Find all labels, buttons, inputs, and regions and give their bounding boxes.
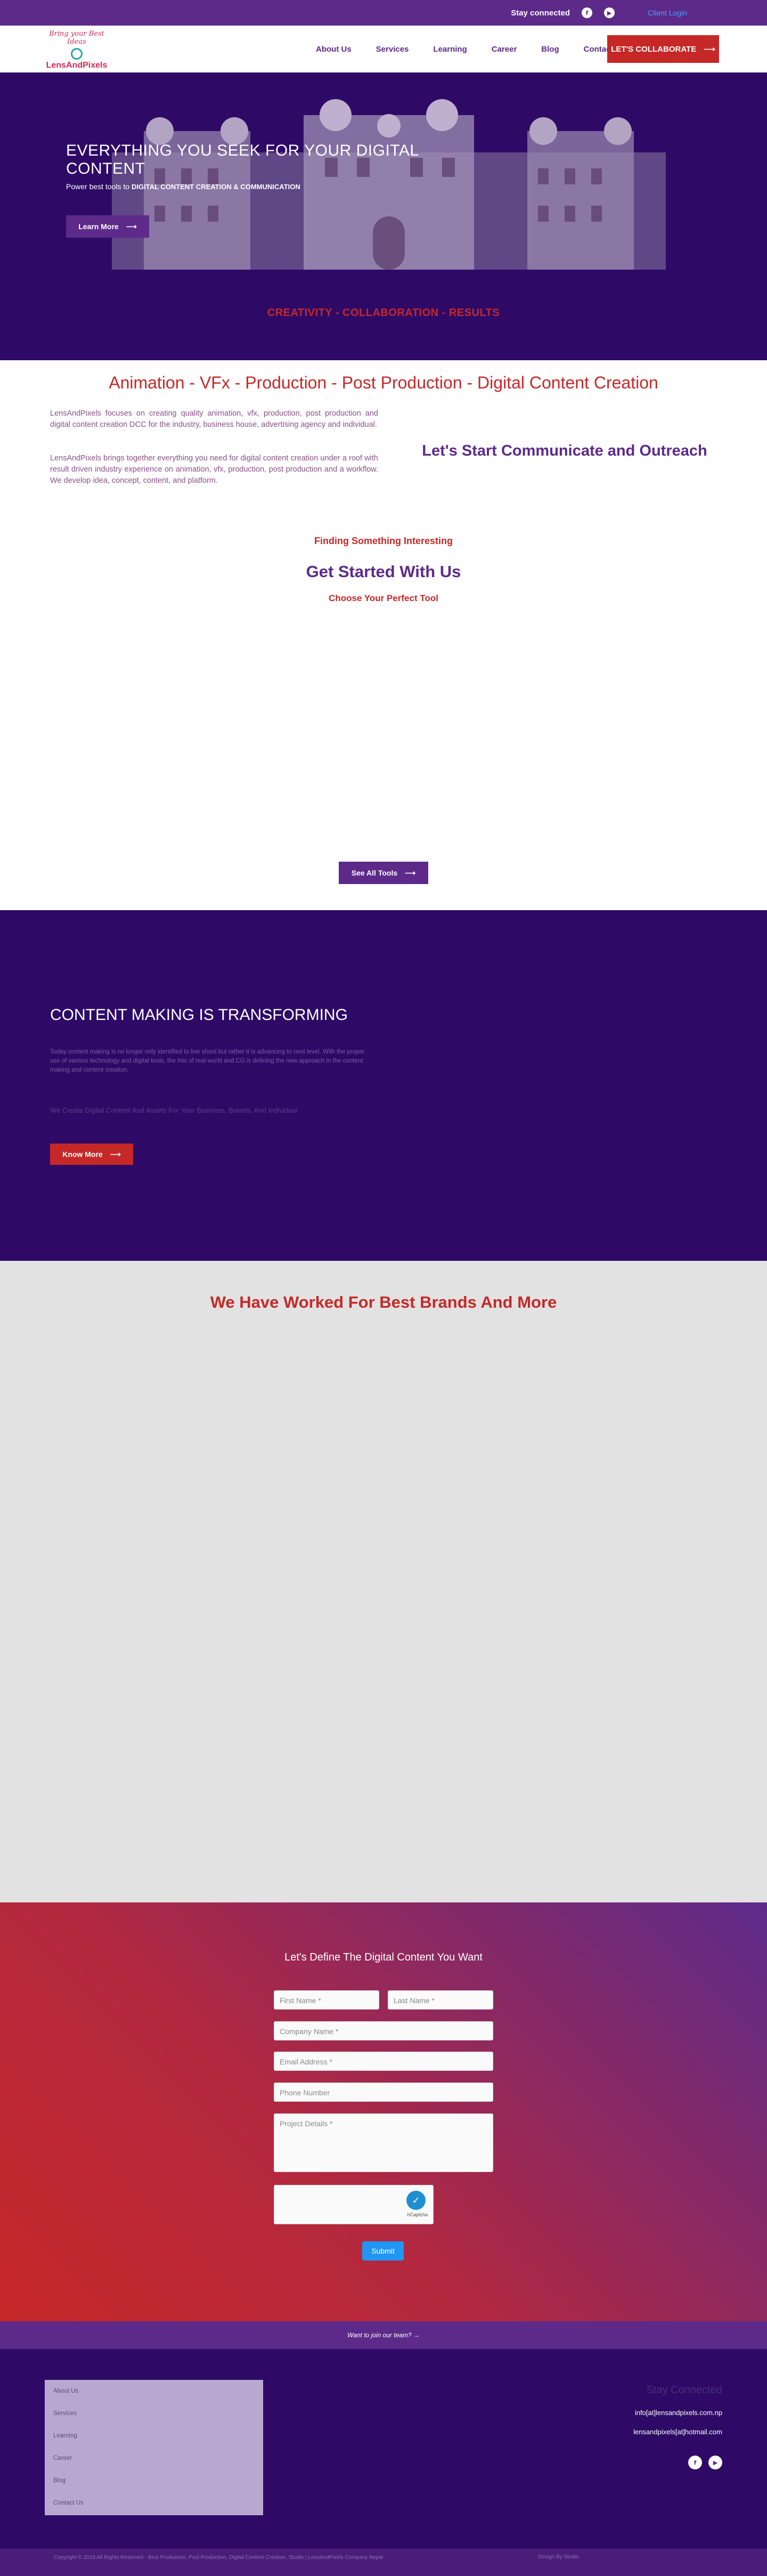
intro-paragraph-2: LensAndPixels brings together everything… xyxy=(50,454,378,485)
company-name-field[interactable]: Company Name * xyxy=(274,2021,493,2040)
footer-menu: About Us Services Learning Career Blog C… xyxy=(45,2380,263,2515)
brands-title: We Have Worked For Best Brands And More xyxy=(210,1293,557,1311)
tools-eyebrow: Finding Something Interesting xyxy=(314,536,453,546)
transform-title: CONTENT MAKING IS TRANSFORMING xyxy=(50,1006,348,1024)
see-all-tools-button[interactable]: See All Tools ⟶ xyxy=(339,862,428,884)
palace-image xyxy=(112,99,666,270)
footer-link-blog[interactable]: Blog xyxy=(45,2469,263,2492)
hcaptcha-icon: ✓ xyxy=(406,2191,426,2210)
captcha-widget[interactable]: ✓ hCaptcha xyxy=(274,2185,434,2224)
logo-mark-icon xyxy=(71,48,83,60)
logo-tagline: Bring your Best Ideas xyxy=(49,30,104,46)
brands-section: We Have Worked For Best Brands And More xyxy=(0,1261,767,1902)
site-header: Bring your Best Ideas LensAndPixels Abou… xyxy=(0,26,767,72)
youtube-icon[interactable]: ▶ xyxy=(708,2456,722,2469)
footer-bottom-bar: Copyright © 2019 All Rights Reserved - B… xyxy=(0,2549,767,2576)
know-more-label: Know More xyxy=(62,1150,103,1159)
transform-section: CONTENT MAKING IS TRANSFORMING Today con… xyxy=(0,910,767,1261)
lets-collaborate-button[interactable]: LET'S COLLABORATE ⟶ xyxy=(607,35,719,63)
footer-email-1[interactable]: info[at]lensandpixels.com.np xyxy=(635,2409,722,2417)
hero-subtitle-prefix: Power best tools to xyxy=(66,182,130,191)
hero-title: EVERYTHING YOU SEEK FOR YOUR DIGITAL CON… xyxy=(66,142,419,177)
know-more-button[interactable]: Know More ⟶ xyxy=(50,1144,133,1165)
top-bar: Stay connected f ▶ Client Login xyxy=(0,0,767,26)
tools-subtitle: Choose Your Perfect Tool xyxy=(329,593,438,603)
intro-title: Animation - VFx - Production - Post Prod… xyxy=(109,373,658,392)
youtube-icon[interactable]: ▶ xyxy=(604,7,615,18)
form-title: Let's Define The Digital Content You Wan… xyxy=(284,1951,483,1963)
project-details-field[interactable]: Project Details * xyxy=(274,2113,493,2172)
site-logo[interactable]: Bring your Best Ideas LensAndPixels xyxy=(45,30,109,70)
stay-connected-label: Stay connected xyxy=(511,8,570,18)
nav-career[interactable]: Career xyxy=(479,45,529,54)
transform-tagline: We Create Digital Content And Assets For… xyxy=(50,1106,298,1114)
arrow-right-icon: ⟶ xyxy=(126,222,137,231)
first-name-field[interactable]: First Name * xyxy=(274,1990,379,2010)
learn-more-label: Learn More xyxy=(78,222,119,231)
last-name-field[interactable]: Last Name * xyxy=(388,1990,493,2010)
hero-tagline: CREATIVITY - COLLABORATION - RESULTS xyxy=(267,307,500,319)
client-login-link[interactable]: Client Login xyxy=(648,9,687,17)
email-field[interactable]: Email Address * xyxy=(274,2052,493,2071)
logo-name: LensAndPixels xyxy=(46,61,108,70)
arrow-right-icon: ⟶ xyxy=(405,868,416,877)
arrow-right-icon: ⟶ xyxy=(704,45,715,54)
footer-link-contact-us[interactable]: Contact Us xyxy=(45,2492,263,2514)
contact-form-section: Let's Define The Digital Content You Wan… xyxy=(0,1902,767,2321)
footer-link-learning[interactable]: Learning xyxy=(45,2425,263,2447)
footer-link-services[interactable]: Services xyxy=(45,2402,263,2425)
facebook-icon[interactable]: f xyxy=(582,7,593,18)
copyright-text: Copyright © 2019 All Rights Reserved - B… xyxy=(53,2555,384,2561)
facebook-icon[interactable]: f xyxy=(688,2456,702,2469)
intro-paragraph-1: LensAndPixels focuses on creating qualit… xyxy=(50,409,378,429)
hero-subtitle: Power best tools to DIGITAL CONTENT CREA… xyxy=(66,182,300,191)
intro-right-title: Let's Start Communicate and Outreach xyxy=(422,442,707,459)
collaborate-label: LET'S COLLABORATE xyxy=(611,44,697,54)
nav-services[interactable]: Services xyxy=(364,45,421,54)
learn-more-button[interactable]: Learn More ⟶ xyxy=(66,215,149,238)
tools-title: Get Started With Us xyxy=(306,562,461,581)
footer-link-career[interactable]: Career xyxy=(45,2447,263,2469)
captcha-label: hCaptcha xyxy=(407,2212,428,2217)
design-credit: Design By Studio xyxy=(538,2554,579,2560)
see-all-tools-label: See All Tools xyxy=(351,869,398,877)
nav-learning[interactable]: Learning xyxy=(421,45,479,54)
transform-body: Today content making is no longer only i… xyxy=(50,1049,365,1073)
footer-social: f ▶ xyxy=(688,2456,722,2469)
hero-subtitle-bold: DIGITAL CONTENT CREATION & COMMUNICATION xyxy=(131,183,300,191)
submit-button[interactable]: Submit xyxy=(362,2241,404,2261)
nav-about-us[interactable]: About Us xyxy=(304,45,364,54)
footer-link-about-us[interactable]: About Us xyxy=(45,2380,263,2402)
site-footer: About Us Services Learning Career Blog C… xyxy=(0,2349,767,2549)
footer-stay-connected: Stay Connected xyxy=(646,2384,722,2396)
join-team-link[interactable]: Want to join our team? → xyxy=(0,2321,767,2349)
main-nav: About Us Services Learning Career Blog C… xyxy=(304,26,638,72)
footer-email-2[interactable]: lensandpixels[at]hotmail.com xyxy=(633,2428,722,2436)
phone-field[interactable]: Phone Number xyxy=(274,2083,493,2102)
hero-section: EVERYTHING YOU SEEK FOR YOUR DIGITAL CON… xyxy=(0,72,767,440)
nav-blog[interactable]: Blog xyxy=(529,45,571,54)
arrow-right-icon: ⟶ xyxy=(110,1149,121,1159)
